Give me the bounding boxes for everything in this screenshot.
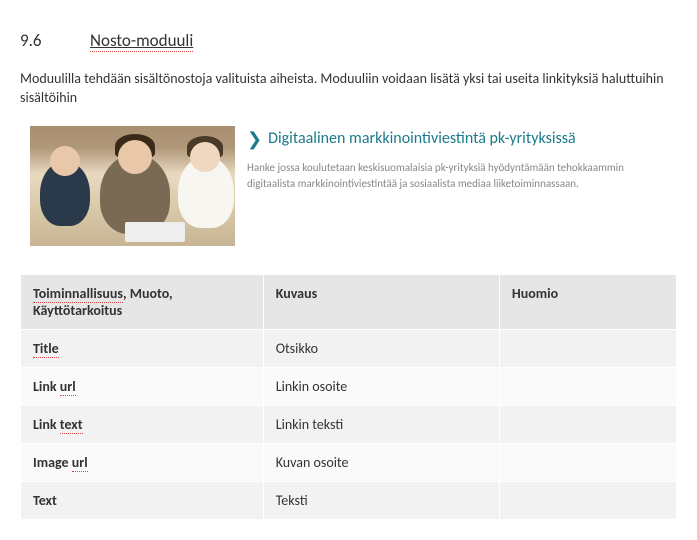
- field-desc: Otsikko: [263, 329, 499, 367]
- section-heading: 9.6 Nosto-moduuli: [20, 30, 677, 52]
- field-desc: Linkin teksti: [263, 405, 499, 443]
- example-text-block: ❯ Digitaalinen markkinointiviestintä pk-…: [247, 126, 667, 246]
- field-note: [499, 367, 676, 405]
- table-header-functionality: Toiminnallisuus, Muoto, Käyttötarkoitus: [21, 274, 264, 329]
- example-description: Hanke jossa koulutetaan keskisuomalaisia…: [247, 160, 667, 192]
- chevron-right-icon: ❯: [247, 128, 262, 150]
- heading-number: 9.6: [20, 30, 90, 51]
- table-row: Text Teksti: [21, 481, 677, 519]
- properties-table: Toiminnallisuus, Muoto, Käyttötarkoitus …: [20, 274, 677, 520]
- field-name: Link url: [21, 367, 264, 405]
- field-desc: Teksti: [263, 481, 499, 519]
- table-header-note: Huomio: [499, 274, 676, 329]
- field-note: [499, 443, 676, 481]
- field-desc: Kuvan osoite: [263, 443, 499, 481]
- example-card: ❯ Digitaalinen markkinointiviestintä pk-…: [20, 126, 677, 246]
- field-name: Image url: [21, 443, 264, 481]
- intro-paragraph: Moduulilla tehdään sisältönostoja valitu…: [20, 70, 677, 108]
- field-note: [499, 329, 676, 367]
- field-desc: Linkin osoite: [263, 367, 499, 405]
- table-header-description: Kuvaus: [263, 274, 499, 329]
- table-header-row: Toiminnallisuus, Muoto, Käyttötarkoitus …: [21, 274, 677, 329]
- example-link[interactable]: ❯ Digitaalinen markkinointiviestintä pk-…: [247, 128, 667, 150]
- field-note: [499, 405, 676, 443]
- table-row: Link text Linkin teksti: [21, 405, 677, 443]
- field-name: Link text: [21, 405, 264, 443]
- example-image: [30, 126, 235, 246]
- field-name: Text: [21, 481, 264, 519]
- field-note: [499, 481, 676, 519]
- example-link-text: Digitaalinen markkinointiviestintä pk-yr…: [268, 129, 576, 148]
- table-row: Image url Kuvan osoite: [21, 443, 677, 481]
- table-row: Title Otsikko: [21, 329, 677, 367]
- table-row: Link url Linkin osoite: [21, 367, 677, 405]
- heading-title: Nosto-moduuli: [90, 30, 193, 52]
- field-name: Title: [21, 329, 264, 367]
